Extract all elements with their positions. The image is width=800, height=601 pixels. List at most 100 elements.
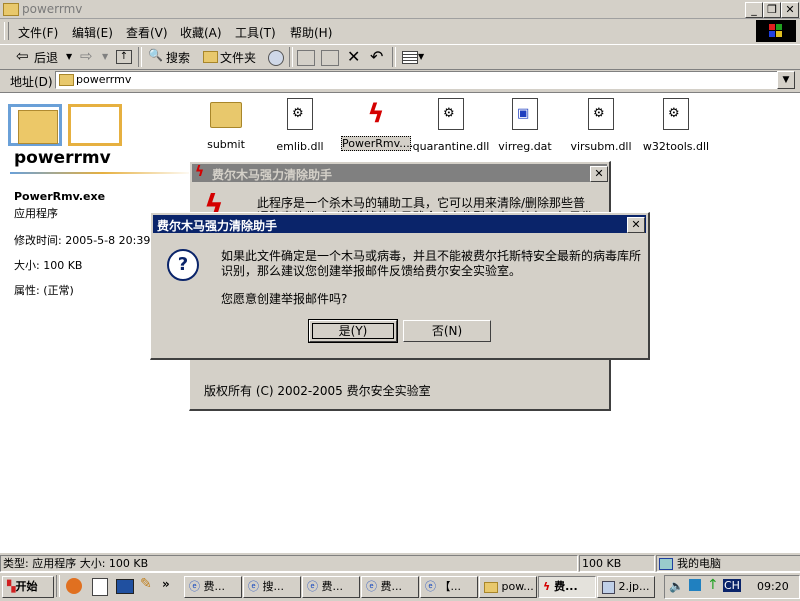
move-to-icon[interactable] (297, 50, 315, 66)
clock: 09:20 (757, 580, 789, 593)
menu-grip (4, 22, 9, 40)
ie-icon: ⓔ (248, 580, 259, 593)
history-icon[interactable] (268, 50, 284, 66)
forward-arrow-icon[interactable]: ⇨ (80, 47, 93, 65)
menu-bar: 文件(F) 编辑(E) 查看(V) 收藏(A) 工具(T) 帮助(H) (0, 20, 800, 42)
close-button[interactable]: ✕ (781, 2, 799, 18)
dat-file-icon: ▣ (512, 98, 538, 130)
file-item-w32tools[interactable]: ⚙ w32tools.dll (631, 98, 721, 153)
dll-file-icon: ⚙ (588, 98, 614, 130)
dll-file-icon: ⚙ (287, 98, 313, 130)
selected-file-size: 大小: 100 KB (14, 259, 83, 272)
quicklaunch-more-icon[interactable]: » (162, 577, 170, 591)
language-indicator[interactable]: CH (723, 579, 741, 592)
folder-icon (484, 581, 498, 593)
status-location: 我的电脑 (656, 555, 800, 572)
image-file-icon (602, 580, 615, 594)
status-size: 100 KB (579, 555, 655, 572)
task-button[interactable]: ⓔ 【... (420, 576, 478, 598)
task-button[interactable]: ⓔ 费... (184, 576, 242, 598)
folder-icon (210, 102, 242, 128)
yes-button[interactable]: 是(Y) (309, 320, 397, 342)
selected-file-name: PowerRmv.exe (14, 190, 106, 203)
menu-help[interactable]: 帮助(H) (290, 24, 332, 41)
back-button-label[interactable]: 后退 (34, 49, 58, 66)
views-dropdown-icon[interactable]: ▼ (418, 52, 424, 61)
notepad-icon[interactable] (92, 578, 108, 596)
address-label: 地址(D) (10, 75, 53, 89)
task-button[interactable]: ⓔ 费... (361, 576, 419, 598)
undo-icon[interactable]: ↶ (370, 47, 383, 66)
toolbar-separator (138, 47, 142, 67)
question-icon: ? (167, 249, 199, 281)
my-computer-icon (659, 558, 673, 570)
selected-file-modified: 修改时间: 2005-5-8 20:39 (14, 234, 151, 247)
folders-icon[interactable] (203, 51, 218, 63)
system-tray: 🔈 ↑ CH 09:20 (664, 575, 800, 599)
back-dropdown-icon[interactable]: ▼ (66, 52, 72, 61)
minimize-button[interactable]: _ (745, 2, 763, 18)
monitor-icon[interactable] (116, 579, 134, 594)
views-icon[interactable] (402, 51, 418, 64)
address-value: powerrmv (76, 73, 132, 86)
folders-button-label[interactable]: 文件夹 (220, 49, 256, 66)
window-title: powerrmv (22, 2, 83, 16)
menu-favorites[interactable]: 收藏(A) (180, 24, 222, 41)
ie-icon: ⓔ (189, 580, 200, 593)
window-titlebar[interactable]: powerrmv _ ❐ ✕ (0, 0, 800, 19)
firefox-icon[interactable] (66, 578, 82, 594)
task-button[interactable]: ⓔ 搜... (243, 576, 301, 598)
task-button-active[interactable]: ϟ 费... (538, 576, 596, 598)
search-button-label[interactable]: 搜索 (166, 49, 190, 66)
powerrmv-logo-icon: ϟ (543, 580, 551, 593)
network-icon[interactable] (689, 579, 701, 591)
report-dialog: 费尔木马强力清除助手 ✕ ? 如果此文件确定是一个木马或病毒，并且不能被费尔托斯… (150, 212, 650, 360)
report-dialog-close-button[interactable]: ✕ (627, 217, 645, 233)
task-button[interactable]: ⓔ 费... (302, 576, 360, 598)
menu-file[interactable]: 文件(F) (18, 24, 58, 41)
search-icon[interactable]: 🔍 (148, 48, 163, 62)
toolbar: ⇦ 后退 ▼ ⇨ ▼ ↑ 🔍 搜索 文件夹 ✕ ↶ ▼ (0, 44, 800, 70)
address-dropdown-button[interactable]: ▼ (777, 71, 795, 89)
report-message-line2: 识别，那么建议您创建举报邮件反馈给费尔安全实验室。 (221, 264, 522, 278)
menu-tools[interactable]: 工具(T) (235, 24, 276, 41)
copy-to-icon[interactable] (321, 50, 339, 66)
about-dialog-title: 费尔木马强力清除助手 (212, 168, 333, 182)
report-question: 您愿意创建举报邮件吗? (221, 292, 348, 306)
forward-dropdown-icon[interactable]: ▼ (102, 52, 108, 61)
restore-button[interactable]: ❐ (763, 2, 781, 18)
about-dialog-close-button[interactable]: ✕ (590, 166, 608, 182)
quicklaunch-separator (56, 575, 60, 597)
powerrmv-logo-icon: ϟ (195, 164, 205, 180)
address-input[interactable]: powerrmv (55, 71, 779, 89)
windows-logo-icon (756, 20, 796, 42)
status-info: 类型: 应用程序 大小: 100 KB (0, 555, 578, 572)
folder-title: powerrmv (14, 148, 111, 168)
menu-view[interactable]: 查看(V) (126, 24, 168, 41)
volume-icon[interactable]: 🔈 (669, 579, 684, 593)
back-arrow-icon[interactable]: ⇦ (16, 47, 29, 65)
toolbar-separator (289, 47, 293, 67)
upload-arrow-icon[interactable]: ↑ (707, 577, 719, 593)
dll-file-icon: ⚙ (663, 98, 689, 130)
task-button[interactable]: pow... (479, 576, 537, 598)
no-button[interactable]: 否(N) (403, 320, 491, 342)
delete-icon[interactable]: ✕ (347, 47, 360, 66)
folder-title-underline (10, 172, 195, 174)
ie-icon: ⓔ (366, 580, 377, 593)
ie-icon: ⓔ (425, 580, 436, 593)
about-copyright: 版权所有 (C) 2002-2005 费尔安全实验室 (204, 384, 431, 398)
report-dialog-title: 费尔木马强力清除助手 (157, 219, 278, 233)
about-dialog-titlebar[interactable]: ϟ 费尔木马强力清除助手 ✕ (192, 164, 608, 182)
folder-icon (59, 74, 74, 86)
pencil-icon[interactable]: ✎ (140, 576, 152, 592)
menu-edit[interactable]: 编辑(E) (72, 24, 113, 41)
start-button[interactable]: ▚开始 (2, 576, 54, 598)
ie-icon: ⓔ (307, 580, 318, 593)
toolbar-separator (392, 47, 396, 67)
folder-banner-graphic (8, 100, 122, 146)
up-folder-icon[interactable]: ↑ (116, 50, 132, 64)
report-dialog-titlebar[interactable]: 费尔木马强力清除助手 ✕ (153, 215, 646, 233)
task-button[interactable]: 2.jp... (597, 576, 655, 598)
folder-icon (3, 3, 19, 16)
